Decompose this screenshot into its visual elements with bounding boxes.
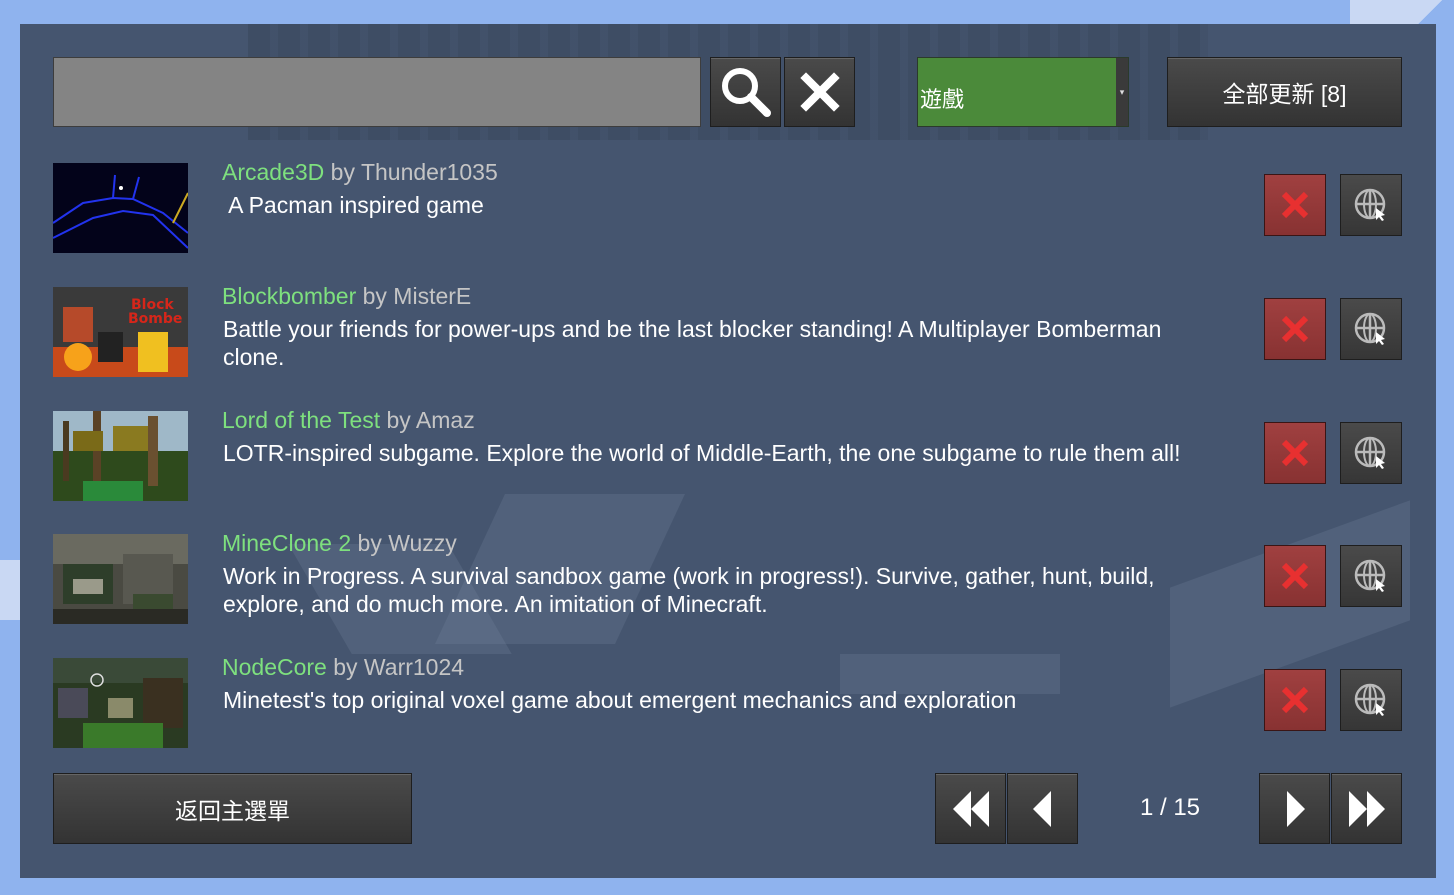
- package-thumbnail: [53, 534, 188, 624]
- package-title: Lord of the Test: [222, 407, 381, 433]
- package-author: by Warr1024: [333, 654, 465, 680]
- view-online-button[interactable]: [1340, 545, 1402, 607]
- svg-text:Bombe: Bombe: [128, 311, 182, 327]
- package-title: Blockbomber: [222, 283, 357, 309]
- first-page-button[interactable]: [935, 773, 1006, 844]
- package-thumbnail: [53, 411, 188, 501]
- package-description: Battle your friends for power-ups and be…: [223, 316, 1162, 370]
- package-description: Work in Progress. A survival sandbox gam…: [223, 563, 1155, 617]
- globe-cursor-icon: [1354, 312, 1386, 345]
- package-title-line: Arcade3D by Thunder1035: [222, 159, 498, 186]
- globe-cursor-icon: [1354, 436, 1386, 469]
- uninstall-button[interactable]: [1264, 422, 1326, 484]
- close-icon: [1281, 439, 1309, 467]
- package-author: by MisterE: [362, 283, 472, 309]
- search-icon: [721, 68, 771, 117]
- globe-cursor-icon: [1354, 559, 1386, 592]
- view-online-button[interactable]: [1340, 174, 1402, 236]
- uninstall-button[interactable]: [1264, 669, 1326, 731]
- back-to-main-menu-button[interactable]: 返回主選單: [53, 773, 412, 844]
- package-title-line: Blockbomber by MisterE: [222, 283, 471, 310]
- clear-search-button[interactable]: [784, 57, 855, 127]
- package-title-line: MineClone 2 by Wuzzy: [222, 530, 457, 557]
- package-title: Arcade3D: [222, 159, 325, 185]
- next-page-button[interactable]: [1259, 773, 1330, 844]
- close-icon: [1281, 191, 1309, 219]
- close-icon: [1281, 686, 1309, 714]
- uninstall-button[interactable]: [1264, 545, 1326, 607]
- package-author: by Thunder1035: [330, 159, 498, 185]
- package-description: LOTR-inspired subgame. Explore the world…: [223, 440, 1181, 466]
- package-author: by Amaz: [386, 407, 475, 433]
- package-thumbnail: [53, 163, 188, 253]
- search-input[interactable]: [53, 57, 701, 127]
- view-online-button[interactable]: [1340, 669, 1402, 731]
- package-description: A Pacman inspired game: [223, 192, 484, 218]
- arrow-right-icon: [1286, 790, 1305, 827]
- package-row: Arcade3D by Thunder1035 A Pacman inspire…: [53, 159, 1403, 253]
- package-row: NodeCore by Warr1024 Minetest's top orig…: [53, 654, 1403, 748]
- chevron-down-icon: ▾: [1116, 58, 1128, 126]
- uninstall-button[interactable]: [1264, 298, 1326, 360]
- package-title: MineClone 2: [222, 530, 352, 556]
- search-button[interactable]: [710, 57, 781, 127]
- package-title-line: Lord of the Test by Amaz: [222, 407, 475, 434]
- package-title: NodeCore: [222, 654, 327, 680]
- package-thumbnail: Block Bombe: [53, 287, 188, 377]
- view-online-button[interactable]: [1340, 298, 1402, 360]
- uninstall-button[interactable]: [1264, 174, 1326, 236]
- previous-page-button[interactable]: [1007, 773, 1078, 844]
- globe-cursor-icon: [1354, 188, 1386, 221]
- package-row: MineClone 2 by Wuzzy Work in Progress. A…: [53, 530, 1403, 624]
- update-all-button[interactable]: 全部更新 [8]: [1167, 57, 1402, 127]
- package-title-line: NodeCore by Warr1024: [222, 654, 464, 681]
- view-online-button[interactable]: [1340, 422, 1402, 484]
- package-row: Lord of the Test by Amaz LOTR-inspired s…: [53, 407, 1403, 501]
- type-filter-dropdown[interactable]: 遊戲 ▾: [917, 57, 1129, 127]
- close-icon: [799, 72, 840, 112]
- close-icon: [1281, 315, 1309, 343]
- page-indicator: 1 / 15: [1139, 794, 1201, 821]
- package-thumbnail: [53, 658, 188, 748]
- globe-cursor-icon: [1354, 683, 1386, 716]
- type-filter-selected: 遊戲: [920, 87, 965, 112]
- package-row: Block Bombe Blockbomber by MisterE Battl…: [53, 283, 1403, 377]
- arrow-left-icon: [1032, 790, 1051, 827]
- last-page-button[interactable]: [1331, 773, 1402, 844]
- package-description: Minetest's top original voxel game about…: [223, 687, 1017, 713]
- package-author: by Wuzzy: [357, 530, 457, 556]
- double-arrow-left-icon: [952, 790, 989, 827]
- double-arrow-right-icon: [1348, 790, 1385, 827]
- content-store-panel: 遊戲 ▾ 全部更新 [8] Arcade3D by Thunder1035 A …: [20, 24, 1436, 878]
- close-icon: [1281, 562, 1309, 590]
